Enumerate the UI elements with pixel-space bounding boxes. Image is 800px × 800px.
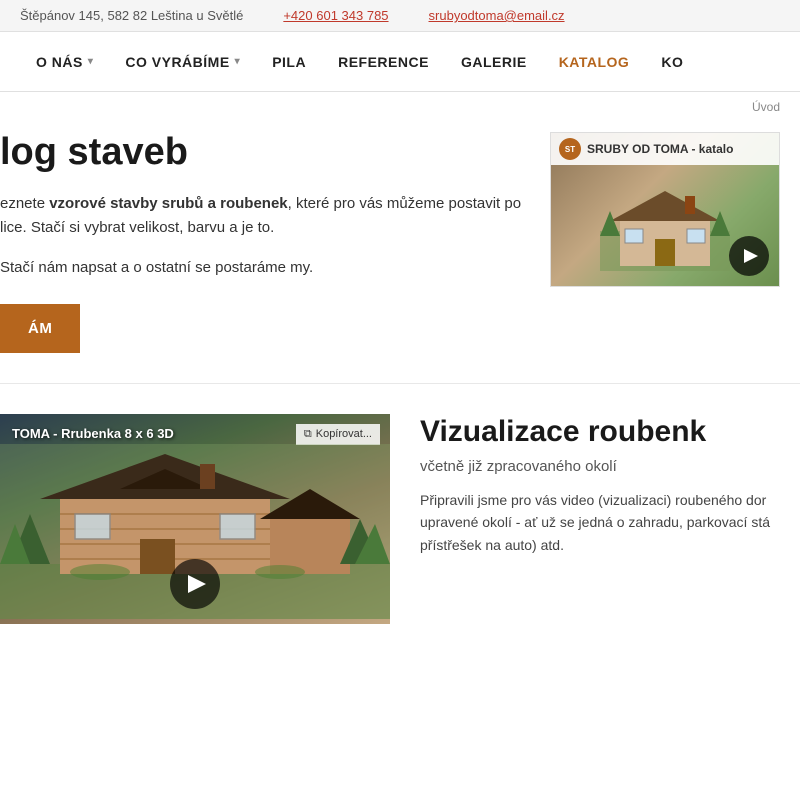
hero-section: log staveb eznete vzorové stavby srubů a… (0, 132, 800, 383)
bottom-play-button[interactable] (170, 559, 220, 609)
video-thumbnail[interactable]: ST SRUBY OD TOMA - katalo (550, 132, 780, 287)
page-title: log staveb (0, 132, 530, 174)
divider (0, 383, 800, 384)
video-inner: ST SRUBY OD TOMA - katalo (551, 133, 779, 286)
address: Štěpánov 145, 582 82 Leština u Světlé (20, 8, 243, 23)
main-content: log staveb eznete vzorové stavby srubů a… (0, 122, 800, 654)
bottom-text: Vizualizace roubenk včetně již zpracovan… (420, 414, 800, 556)
desc-bold: vzorové stavby srubů a roubenek (49, 195, 287, 212)
bottom-section: TOMA - Rrubenka 8 x 6 3D ⧉ Kopírovat... (0, 414, 800, 624)
play-button[interactable] (729, 236, 769, 276)
bottom-video[interactable]: TOMA - Rrubenka 8 x 6 3D ⧉ Kopírovat... (0, 414, 390, 624)
section-title: Vizualizace roubenk (420, 414, 800, 450)
hero-description: eznete vzorové stavby srubů a roubenek, … (0, 192, 530, 240)
topbar: Štěpánov 145, 582 82 Leština u Světlé +4… (0, 0, 800, 32)
video-title-text: SRUBY OD TOMA - katalo (587, 142, 733, 156)
breadcrumb-link[interactable]: Úvod (752, 100, 780, 114)
nav-item-galerie[interactable]: GALERIE (445, 32, 543, 92)
breadcrumb: Úvod (0, 92, 800, 122)
chevron-down-icon: ▾ (88, 56, 94, 67)
phone-link[interactable]: +420 601 343 785 (283, 8, 388, 23)
nav-item-pila[interactable]: PILA (256, 32, 322, 92)
copy-label: Kopírovat... (316, 428, 372, 440)
section-subtitle: včetně již zpracovaného okolí (420, 458, 800, 475)
cta-button[interactable]: ÁM (0, 304, 80, 353)
email-link[interactable]: srubyodtoma@email.cz (429, 8, 565, 23)
video-logo-icon: ST (559, 138, 581, 160)
bottom-video-title: TOMA - Rrubenka 8 x 6 3D (12, 426, 174, 441)
nav-item-ko[interactable]: KO (645, 32, 699, 92)
house-illustration (600, 181, 730, 271)
nav-item-onas[interactable]: O NÁS ▾ (20, 32, 109, 92)
chevron-down-icon: ▾ (235, 56, 241, 67)
section-body: Připravili jsme pro vás video (vizualiza… (420, 489, 800, 556)
desc-prefix: eznete (0, 195, 49, 212)
nav-item-covyrabime[interactable]: CO VYRÁBÍME ▾ (109, 32, 256, 92)
video-title-bar: ST SRUBY OD TOMA - katalo (551, 133, 779, 165)
copy-button[interactable]: ⧉ Kopírovat... (296, 424, 380, 445)
nav-item-katalog[interactable]: KATALOG (543, 32, 646, 92)
hero-text: log staveb eznete vzorové stavby srubů a… (0, 132, 530, 353)
hero-cta-text: Stačí nám napsat a o ostatní se postarám… (0, 256, 530, 280)
navigation: O NÁS ▾ CO VYRÁBÍME ▾ PILA REFERENCE GAL… (0, 32, 800, 92)
copy-icon: ⧉ (304, 428, 312, 441)
nav-item-reference[interactable]: REFERENCE (322, 32, 445, 92)
